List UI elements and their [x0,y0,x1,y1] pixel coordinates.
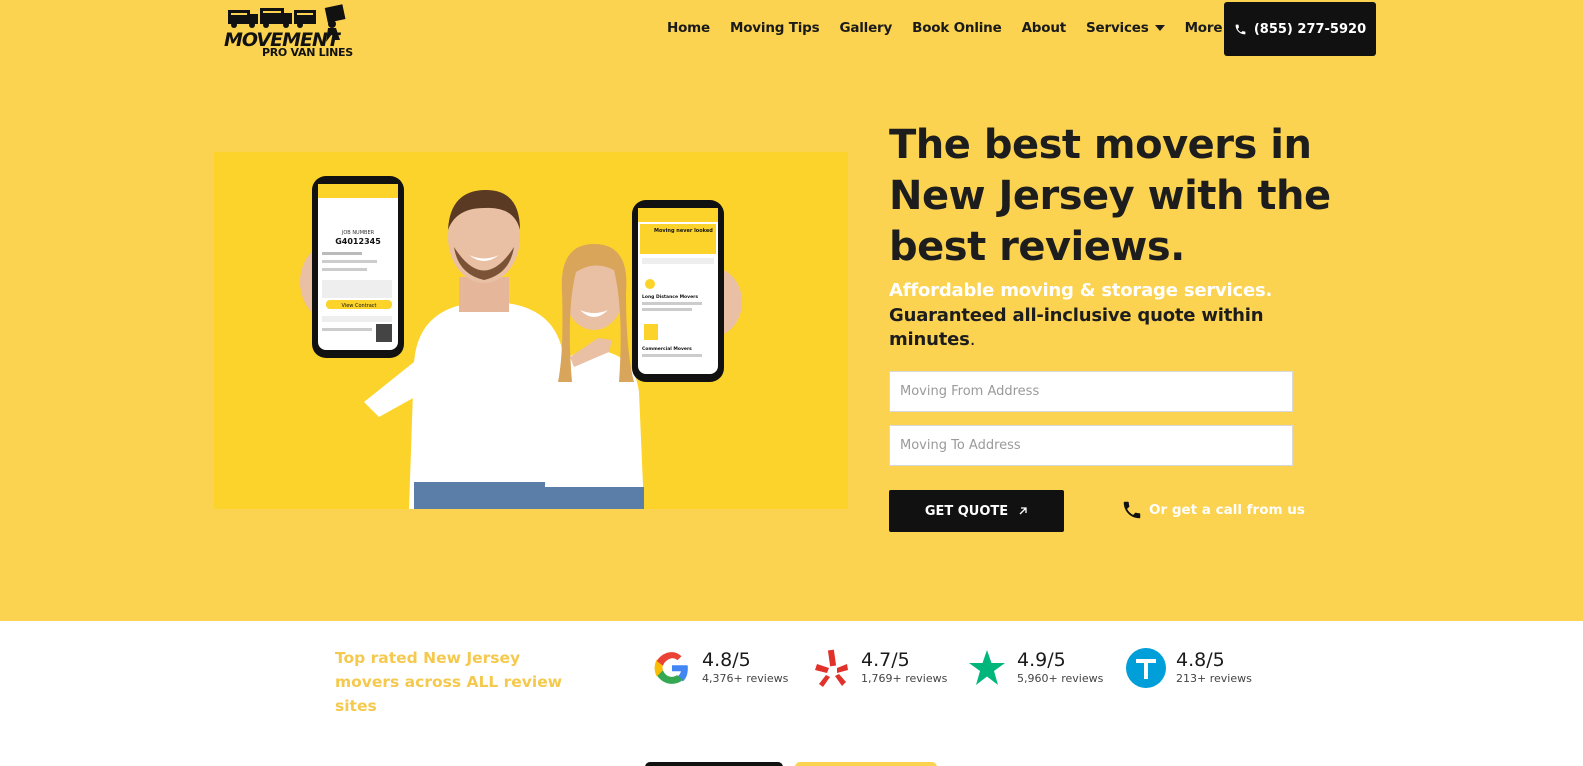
nav-services-label: Services [1086,20,1149,36]
hero-image: JOB NUMBER G4012345 View Contract Moving… [214,152,848,509]
caret-down-icon [1154,25,1165,31]
phone-icon [1123,501,1141,519]
review-trustpilot[interactable]: 4.9/5 5,960+ reviews [967,648,1103,688]
happy-couple-with-phones-image: JOB NUMBER G4012345 View Contract Moving… [214,152,848,509]
review-yelp[interactable]: 4.7/5 1,769+ reviews [811,648,947,688]
nav-more-label: More [1184,20,1223,36]
nav-book-online[interactable]: Book Online [912,20,1002,36]
google-score: 4.8/5 [702,649,751,671]
yelp-score: 4.7/5 [861,649,910,671]
reviews-tagline: Top rated New Jersey movers across ALL r… [335,649,563,715]
bottom-yellow-button-edge[interactable] [795,762,937,766]
phone-left-button-label: View Contract [342,303,377,309]
phone-left-job-number: G4012345 [335,237,381,246]
phone-call-button[interactable]: (855) 277-5920 [1224,2,1376,56]
google-icon [652,648,692,688]
company-logo[interactable]: MOVEMENT PRO VAN LINES [222,2,357,60]
hero-subheadline-dark-text: Guaranteed all-inclusive quote within mi… [889,305,1264,350]
nav-about[interactable]: About [1021,20,1067,36]
yelp-count: 1,769+ reviews [861,672,948,685]
trustpilot-score: 4.9/5 [1017,649,1066,671]
nav-home-label: Home [667,20,710,36]
google-count: 4,376+ reviews [702,672,789,685]
nav-gallery[interactable]: Gallery [839,20,892,36]
bottom-dark-button-edge[interactable] [645,762,783,766]
phone-number-label: (855) 277-5920 [1253,21,1367,37]
yelp-icon [811,648,851,688]
thumbtack-score: 4.8/5 [1176,649,1225,671]
phone-right-banner: Moving never looked [654,228,713,234]
nav-about-label: About [1021,20,1067,36]
trustpilot-icon [967,648,1007,688]
arrow-up-right-icon [1019,507,1027,515]
moving-to-address-input[interactable] [889,425,1293,466]
call-me-label: Or get a call from us [1149,502,1305,518]
phone-right-item1: Long Distance Movers [642,294,698,300]
thumbtack-count: 213+ reviews [1176,672,1252,685]
trustpilot-count: 5,960+ reviews [1017,672,1104,685]
review-google[interactable]: 4.8/5 4,376+ reviews [652,648,788,688]
nav-services[interactable]: Services [1086,20,1165,36]
phone-icon [1235,24,1246,34]
nav-gallery-label: Gallery [839,20,893,36]
thumbtack-icon [1126,648,1166,688]
get-quote-button[interactable]: GET QUOTE [889,490,1064,532]
nav-moving-tips-label: Moving Tips [730,20,820,36]
phone-left-job-label: JOB NUMBER [341,230,375,236]
review-thumbtack[interactable]: 4.8/5 213+ reviews [1126,648,1252,688]
phone-right-item2: Commercial Movers [642,346,692,352]
call-me-link[interactable]: Or get a call from us [1121,499,1305,521]
get-quote-label: GET QUOTE [924,503,1009,519]
logo-subtext: PRO VAN LINES [262,46,353,59]
main-nav: Home Moving Tips Gallery Book Online Abo… [667,18,1258,38]
hero-subheadline-white: Affordable moving & storage services. [889,280,1273,301]
nav-book-online-label: Book Online [912,20,1002,36]
moving-from-address-input[interactable] [889,371,1293,412]
nav-moving-tips[interactable]: Moving Tips [730,20,820,36]
hero-headline: The best movers in New Jersey with the b… [889,122,1331,270]
hero-subheadline-dark: Guaranteed all-inclusive quote within mi… [889,304,1309,352]
hero-subheadline-period: . [969,329,976,350]
nav-home[interactable]: Home [667,20,710,36]
